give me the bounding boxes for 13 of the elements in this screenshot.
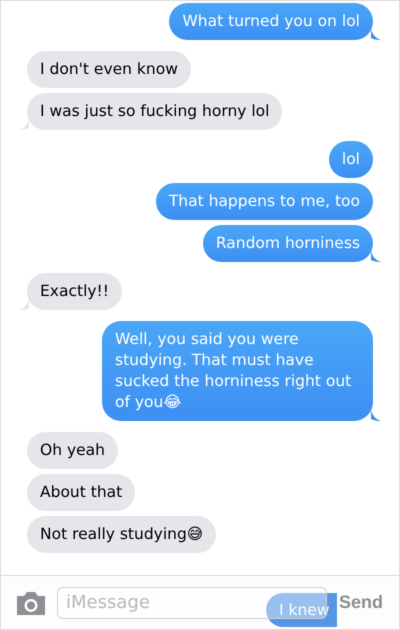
camera-icon[interactable] [15, 590, 47, 614]
message-bubble: That happens to me, too [156, 183, 373, 220]
message-bubble: Oh yeah [27, 432, 118, 469]
message-bubble: Not really studying😅 [27, 516, 216, 553]
bubble-tail [19, 118, 29, 130]
message-bubble: lol [328, 141, 373, 178]
send-button[interactable]: Send [336, 592, 385, 613]
message-bubble: About that [27, 474, 136, 511]
bubble-tail [371, 28, 381, 40]
bubble-tail [19, 298, 29, 310]
bubble-tail [371, 250, 381, 262]
message-bubble: I don't even know [27, 51, 191, 88]
bubble-tail [371, 409, 381, 421]
